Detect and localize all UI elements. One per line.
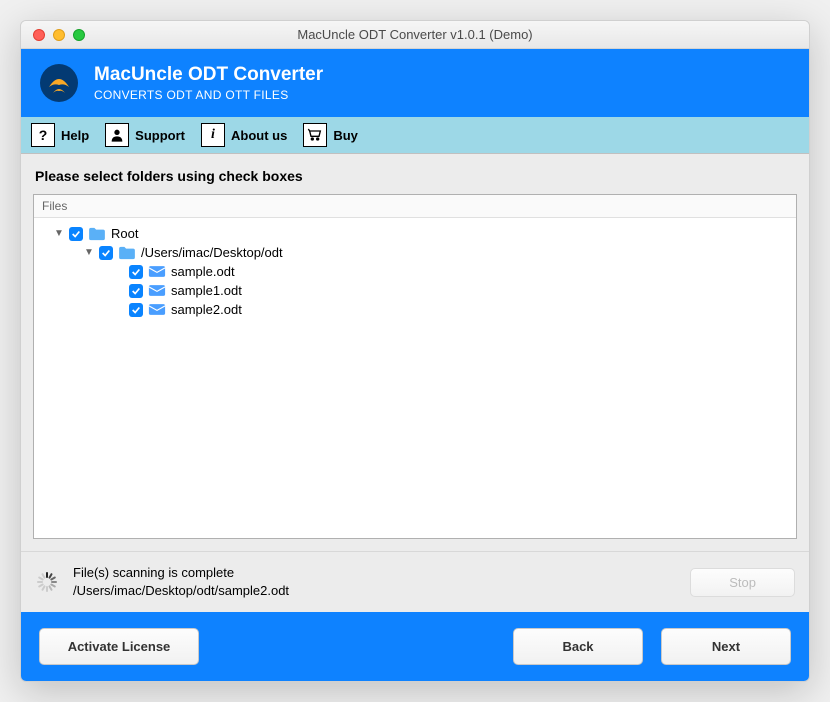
- about-label: About us: [231, 128, 287, 143]
- buy-label: Buy: [333, 128, 358, 143]
- checkbox-file[interactable]: [129, 303, 143, 317]
- files-panel: Files ▼ Root ▼: [33, 194, 797, 539]
- tree-row-folder[interactable]: ▼ /Users/imac/Desktop/odt: [40, 243, 790, 262]
- back-button[interactable]: Back: [513, 628, 643, 665]
- file-tree[interactable]: ▼ Root ▼ /U: [34, 218, 796, 538]
- file-icon: [148, 284, 166, 298]
- status-line-1: File(s) scanning is complete: [73, 564, 289, 582]
- disclosure-triangle-icon[interactable]: ▼: [54, 228, 64, 239]
- folder-icon: [118, 246, 136, 260]
- tree-label-file: sample2.odt: [171, 302, 242, 317]
- support-button[interactable]: Support: [105, 123, 185, 147]
- next-button[interactable]: Next: [661, 628, 791, 665]
- cart-icon: [303, 123, 327, 147]
- files-wrapper: Files ▼ Root ▼: [21, 194, 809, 551]
- stop-button[interactable]: Stop: [690, 568, 795, 597]
- checkbox-file[interactable]: [129, 284, 143, 298]
- disclosure-triangle-icon[interactable]: ▼: [84, 247, 94, 258]
- checkbox-root[interactable]: [69, 227, 83, 241]
- app-header: MacUncle ODT Converter CONVERTS ODT AND …: [21, 49, 809, 117]
- toolbar: ? Help Support i About us Buy: [21, 117, 809, 154]
- status-line-2: /Users/imac/Desktop/odt/sample2.odt: [73, 582, 289, 600]
- files-column-header: Files: [34, 195, 796, 218]
- app-subtitle: CONVERTS ODT AND OTT FILES: [94, 88, 323, 102]
- app-logo-icon: [39, 63, 79, 103]
- support-label: Support: [135, 128, 185, 143]
- spinner-icon: [35, 570, 59, 594]
- activate-license-button[interactable]: Activate License: [39, 628, 199, 665]
- file-icon: [148, 303, 166, 317]
- help-icon: ?: [31, 123, 55, 147]
- tree-row-file[interactable]: sample2.odt: [40, 300, 790, 319]
- about-button[interactable]: i About us: [201, 123, 287, 147]
- instruction-text: Please select folders using check boxes: [21, 154, 809, 194]
- tree-row-file[interactable]: sample1.odt: [40, 281, 790, 300]
- app-name: MacUncle ODT Converter: [94, 64, 323, 86]
- file-icon: [148, 265, 166, 279]
- app-window: MacUncle ODT Converter v1.0.1 (Demo) Mac…: [20, 20, 810, 682]
- header-text: MacUncle ODT Converter CONVERTS ODT AND …: [94, 64, 323, 102]
- window-title: MacUncle ODT Converter v1.0.1 (Demo): [21, 27, 809, 42]
- checkbox-file[interactable]: [129, 265, 143, 279]
- help-label: Help: [61, 128, 89, 143]
- checkbox-folder[interactable]: [99, 246, 113, 260]
- bottom-right-buttons: Back Next: [513, 628, 791, 665]
- status-text: File(s) scanning is complete /Users/imac…: [73, 564, 289, 600]
- support-icon: [105, 123, 129, 147]
- help-button[interactable]: ? Help: [31, 123, 89, 147]
- bottom-bar: Activate License Back Next: [21, 612, 809, 681]
- tree-label-file: sample1.odt: [171, 283, 242, 298]
- status-area: File(s) scanning is complete /Users/imac…: [21, 551, 809, 612]
- titlebar: MacUncle ODT Converter v1.0.1 (Demo): [21, 21, 809, 49]
- status-left: File(s) scanning is complete /Users/imac…: [35, 564, 289, 600]
- tree-label-root: Root: [111, 226, 138, 241]
- tree-label-file: sample.odt: [171, 264, 235, 279]
- tree-label-folder: /Users/imac/Desktop/odt: [141, 245, 283, 260]
- tree-row-root[interactable]: ▼ Root: [40, 224, 790, 243]
- info-icon: i: [201, 123, 225, 147]
- folder-icon: [88, 227, 106, 241]
- tree-row-file[interactable]: sample.odt: [40, 262, 790, 281]
- buy-button[interactable]: Buy: [303, 123, 358, 147]
